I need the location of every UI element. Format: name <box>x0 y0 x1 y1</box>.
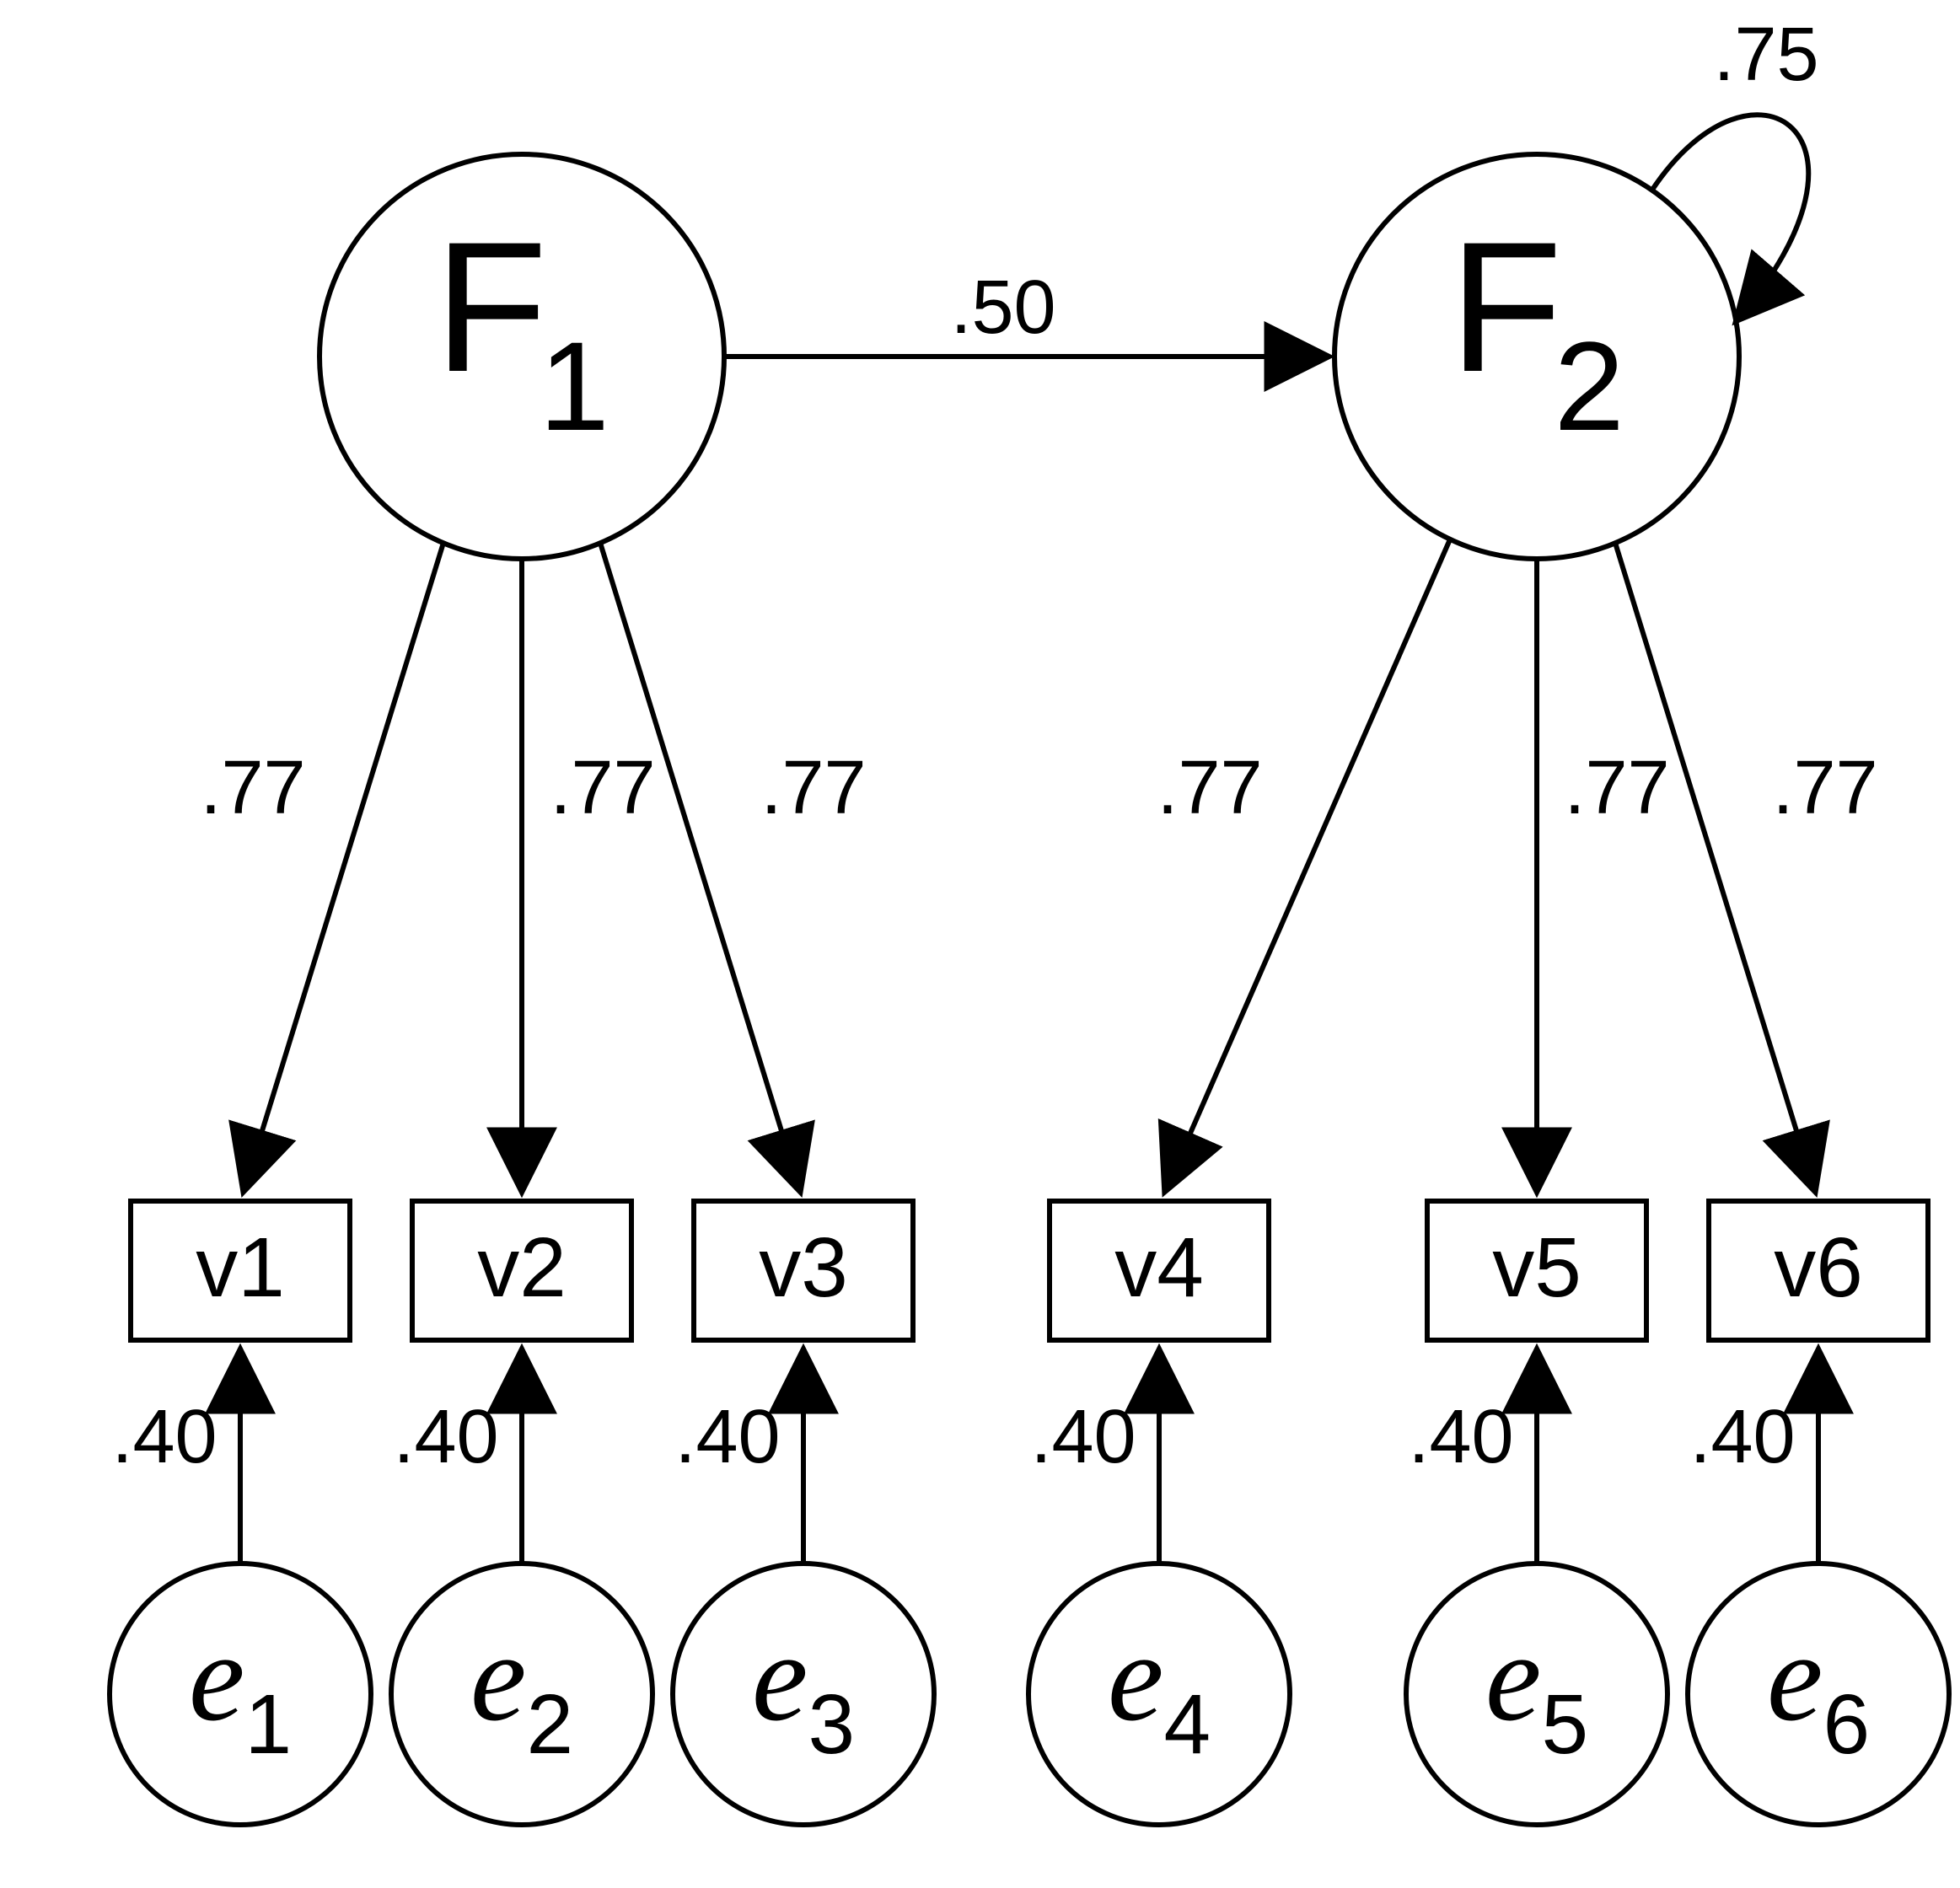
sem-path-diagram: F1 F2 .50 .75 v1 v2 v3 v4 v5 <box>0 0 1960 1888</box>
err-path-e1-label: .40 <box>111 1395 217 1479</box>
loading-F1-v1-label: .77 <box>200 746 305 830</box>
error-e6: e6 <box>1688 1564 1949 1825</box>
error-e3: e3 <box>673 1564 934 1825</box>
observed-v4: v4 <box>1050 1201 1269 1340</box>
error-e5: e5 <box>1406 1564 1667 1825</box>
error-e4: e4 <box>1028 1564 1290 1825</box>
error-e2: e2 <box>391 1564 652 1825</box>
observed-v1: v1 <box>131 1201 350 1340</box>
path-F1-to-F2: .50 <box>724 266 1328 357</box>
err-path-e3-label: .40 <box>674 1395 780 1479</box>
factor-F1: F1 <box>320 154 724 559</box>
error-e3-sub: 3 <box>808 1677 855 1772</box>
error-e4-main: e <box>1108 1607 1164 1747</box>
err-path-e4-label: .40 <box>1030 1395 1136 1479</box>
observed-v2-label: v2 <box>477 1220 567 1315</box>
err-path-e4-v4: .40 <box>1030 1350 1159 1564</box>
error-e1-sub: 1 <box>244 1677 292 1772</box>
observed-v6: v6 <box>1709 1201 1928 1340</box>
factor-F1-sub: 1 <box>539 315 609 457</box>
loading-F1-v3-label: .77 <box>760 746 866 830</box>
observed-v2: v2 <box>412 1201 631 1340</box>
error-e2-main: e <box>470 1607 527 1747</box>
err-path-e1-v1: .40 <box>111 1350 240 1564</box>
loading-F1-v2-label: .77 <box>550 746 655 830</box>
err-path-e5-v5: .40 <box>1408 1350 1537 1564</box>
err-path-e2-v2: .40 <box>393 1350 522 1564</box>
error-e1-main: e <box>189 1607 245 1747</box>
loading-F2-v6: .77 <box>1615 543 1878 1191</box>
loading-F1-v1: .77 <box>200 543 443 1191</box>
path-F1-to-F2-label: .50 <box>950 266 1055 350</box>
err-path-e3-v3: .40 <box>674 1350 803 1564</box>
err-path-e6-label: .40 <box>1689 1395 1795 1479</box>
observed-v5-label: v5 <box>1492 1220 1581 1315</box>
error-e5-main: e <box>1485 1607 1542 1747</box>
err-path-e6-v6: .40 <box>1689 1350 1818 1564</box>
observed-v3: v3 <box>694 1201 913 1340</box>
error-e3-main: e <box>752 1607 808 1747</box>
err-path-e2-label: .40 <box>393 1395 498 1479</box>
loading-F2-v4: .77 <box>1157 539 1450 1191</box>
error-e6-sub: 6 <box>1823 1677 1870 1772</box>
error-e2-sub: 2 <box>526 1677 573 1772</box>
factor-F1-main: F <box>434 203 547 410</box>
error-e5-sub: 5 <box>1541 1677 1588 1772</box>
factor-F2: F2 <box>1334 154 1739 559</box>
observed-v3-label: v3 <box>759 1220 848 1315</box>
error-e1: e1 <box>110 1564 371 1825</box>
observed-v1-label: v1 <box>196 1220 285 1315</box>
loading-F1-v3: .77 <box>600 543 867 1191</box>
factor-F2-sub: 2 <box>1554 315 1624 457</box>
error-e4-sub: 4 <box>1163 1677 1211 1772</box>
loading-F2-v5-label: .77 <box>1564 746 1669 830</box>
error-e6-main: e <box>1767 1607 1823 1747</box>
loading-F2-v4-label: .77 <box>1157 746 1262 830</box>
factor-F2-main: F <box>1449 203 1562 410</box>
observed-v4-label: v4 <box>1114 1220 1204 1315</box>
observed-v6-label: v6 <box>1774 1220 1863 1315</box>
err-path-e5-label: .40 <box>1408 1395 1513 1479</box>
path-F2-self-label: .75 <box>1713 13 1818 97</box>
loading-F2-v6-label: .77 <box>1772 746 1877 830</box>
observed-v5: v5 <box>1427 1201 1646 1340</box>
